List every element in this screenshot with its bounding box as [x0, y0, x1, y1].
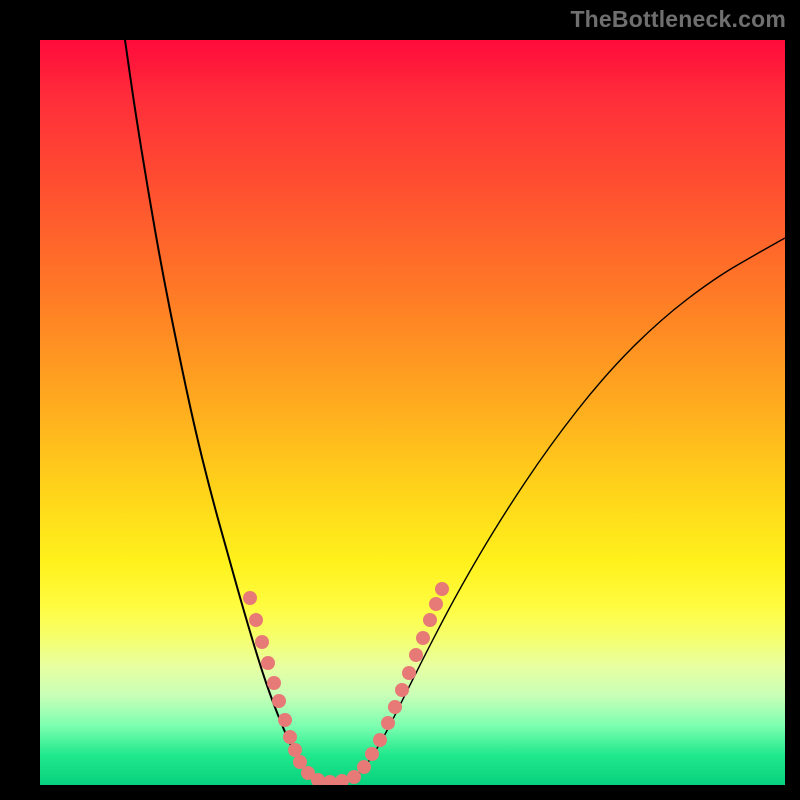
marker-dot [335, 774, 349, 785]
marker-dot [402, 666, 416, 680]
marker-dot [409, 648, 423, 662]
marker-dot [381, 716, 395, 730]
marker-dot [283, 730, 297, 744]
marker-dot [323, 775, 337, 785]
watermark-label: TheBottleneck.com [570, 6, 786, 33]
marker-dot [388, 700, 402, 714]
marker-dot [278, 713, 292, 727]
marker-dot [261, 656, 275, 670]
marker-dot [423, 613, 437, 627]
marker-dot [243, 591, 257, 605]
marker-dot [357, 760, 371, 774]
marker-dot [249, 613, 263, 627]
marker-group [243, 582, 449, 785]
marker-dot [347, 770, 361, 784]
chart-svg [40, 40, 785, 785]
line-right-branch [358, 238, 785, 775]
marker-dot [435, 582, 449, 596]
marker-dot [272, 694, 286, 708]
marker-dot [255, 635, 269, 649]
marker-dot [373, 733, 387, 747]
plot-area [40, 40, 785, 785]
marker-dot [395, 683, 409, 697]
marker-dot [365, 747, 379, 761]
line-left-branch [125, 40, 310, 775]
marker-dot [429, 597, 443, 611]
marker-dot [288, 743, 302, 757]
marker-dot [416, 631, 430, 645]
chart-frame: TheBottleneck.com [0, 0, 800, 800]
marker-dot [267, 676, 281, 690]
